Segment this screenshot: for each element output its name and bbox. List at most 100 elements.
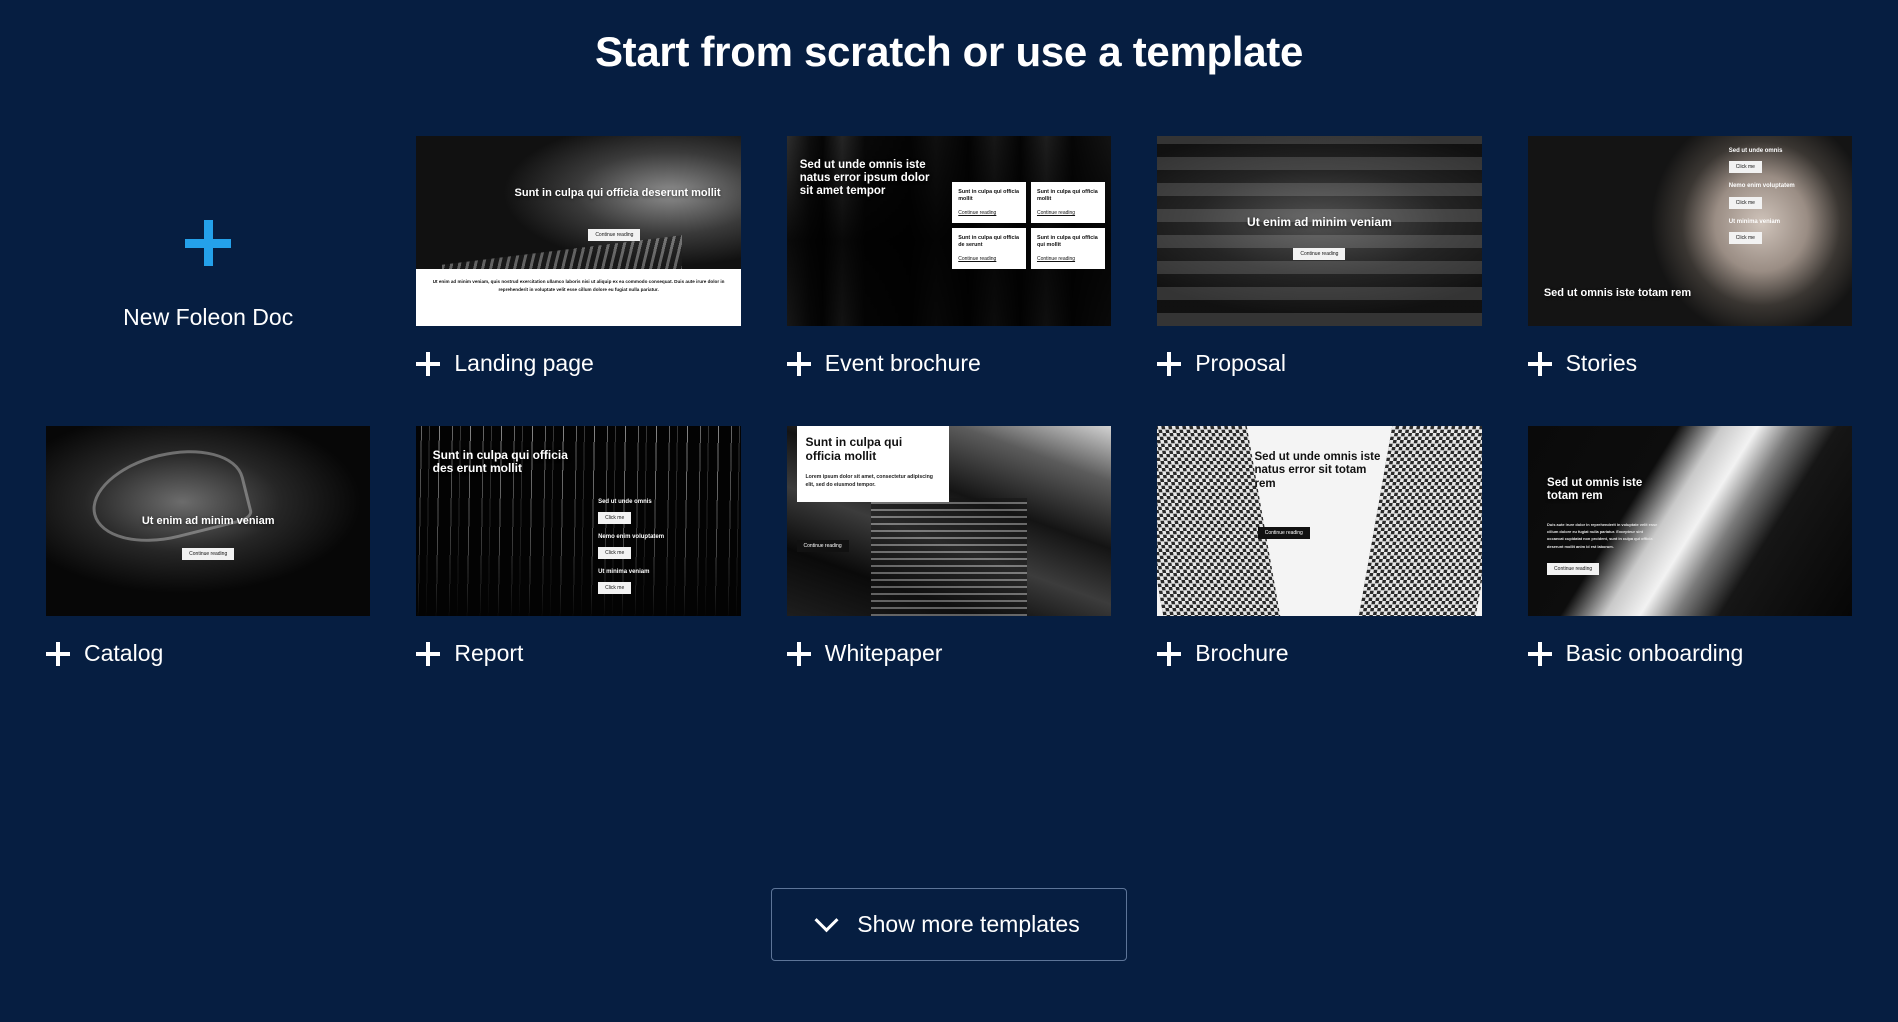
thumbnail-card-title: Sunt in culpa qui officia mollit [1036,188,1098,203]
thumbnail-cta: Continue reading [1157,242,1481,261]
thumbnail-cta: Continue reading [588,223,641,242]
template-footer-brochure[interactable]: Brochure [1157,616,1481,667]
thumbnail-heading: Ut enim ad minim veniam [1247,214,1392,229]
template-label: Basic onboarding [1565,640,1744,666]
click-me-button: Click me [1728,196,1762,209]
thumbnail-body-text: Ut enim ad minim veniam, quis nostrud ex… [432,279,725,292]
click-me-button: Click me [598,512,632,525]
continue-reading-link: Continue reading [1036,209,1076,216]
thumbnail-heading: Sed ut omnis iste totam rem [1547,477,1643,503]
thumbnail-cta: Continue reading [1547,557,1600,576]
thumbnail-card-title: Sunt in culpa qui officia mollit [958,188,1020,203]
template-grid: New Foleon Doc Sunt in culpa qui officia… [46,76,1852,704]
template-label: Brochure [1195,640,1289,666]
plus-icon [1527,641,1552,666]
continue-reading-button: Continue reading [588,229,641,242]
show-more-templates-button[interactable]: Show more templates [771,888,1127,961]
template-card-brochure[interactable]: Sed ut unde omnis iste natus error sit t… [1157,426,1482,704]
thumbnail-sidebar-item: Sed ut unde omnis Click me [1728,147,1843,174]
thumbnail-sidebar-title: Sed ut unde omnis [1728,148,1783,155]
thumbnail-body-text: Duis aute irure dolor in reprehenderit i… [1547,522,1658,549]
thumbnail-heading: Sunt in culpa qui officia mollit [805,435,903,463]
click-me-button: Click me [598,547,632,560]
plus-icon [416,351,441,376]
template-card-basic-onboarding[interactable]: Sed ut omnis iste totam rem Duis aute ir… [1527,426,1852,704]
thumbnail-sidebar-title: Ut minima veniam [1728,218,1781,225]
template-label: Landing page [454,350,594,376]
template-label: Proposal [1195,350,1286,376]
template-footer-report[interactable]: Report [416,616,740,667]
thumbnail-sidebar: Sed ut unde omnis Click me Nemo enim vol… [1728,147,1843,244]
continue-reading-button: Continue reading [796,540,849,553]
template-thumbnail: Ut enim ad minim veniam Continue reading [46,426,371,616]
thumbnail-card: Sunt in culpa qui officia mollit Continu… [952,181,1026,223]
continue-reading-button: Continue reading [1257,527,1310,539]
continue-reading-link: Continue reading [1036,255,1076,262]
chevron-down-icon [814,908,839,933]
template-footer-catalog[interactable]: Catalog [46,616,370,667]
template-footer-whitepaper[interactable]: Whitepaper [786,616,1111,667]
click-me-button: Click me [1728,231,1762,244]
thumbnail-card: Sunt in culpa qui officia mollit Continu… [1030,181,1105,223]
thumbnail-card: Sunt in culpa qui officia mollit Lorem i… [796,426,949,503]
thumbnail-body-text: Lorem ipsum dolor sit amet, consectetur … [805,473,933,489]
template-label: Report [454,640,524,666]
template-footer-stories[interactable]: Stories [1527,326,1852,377]
thumbnail-heading: Sunt in culpa qui officia des erunt moll… [432,447,568,476]
thumbnail-card-list: Sunt in culpa qui officia mollit Continu… [952,181,1105,269]
template-card-stories[interactable]: Sed ut omnis iste totam rem Sed ut unde … [1527,136,1852,414]
continue-reading-button: Continue reading [1293,248,1346,261]
thumbnail-sidebar: Sed ut unde omnis Click me Nemo enim vol… [598,498,721,595]
template-card-event-brochure[interactable]: Sed ut unde omnis iste natus error ipsum… [786,136,1112,414]
template-card-report[interactable]: Sunt in culpa qui officia des erunt moll… [416,426,741,704]
thumbnail-card-title: Sunt in culpa qui officia qui mollit [1036,234,1098,249]
template-thumbnail: Sed ut omnis iste totam rem Duis aute ir… [1527,426,1852,616]
thumbnail-photo-seats [1157,136,1482,326]
thumbnail-card-title: Sunt in culpa qui officia de serunt [958,234,1020,249]
thumbnail-cta: Continue reading [796,534,849,553]
template-thumbnail: Sed ut unde omnis iste natus error sit t… [1157,426,1482,616]
show-more-templates-label: Show more templates [857,911,1080,937]
show-more-templates-wrap: Show more templates [0,888,1898,961]
new-foleon-doc-card[interactable]: New Foleon Doc [46,136,370,414]
thumbnail-sidebar-item: Nemo enim voluptatem Click me [598,533,721,560]
continue-reading-button: Continue reading [1547,563,1600,576]
thumbnail-card: Sunt in culpa qui officia de serunt Cont… [952,227,1026,269]
plus-icon [46,641,70,666]
thumbnail-card: Sunt in culpa qui officia qui mollit Con… [1030,227,1105,269]
plus-icon [1157,351,1182,376]
template-card-catalog[interactable]: Ut enim ad minim veniam Continue reading… [46,426,371,704]
plus-icon [786,351,811,376]
template-thumbnail: Sed ut unde omnis iste natus error ipsum… [786,136,1112,326]
template-footer-proposal[interactable]: Proposal [1157,326,1481,377]
template-label: Stories [1565,350,1638,376]
plus-icon [786,641,811,666]
continue-reading-link: Continue reading [958,209,997,216]
click-me-button: Click me [1728,161,1762,174]
continue-reading-button: Continue reading [182,547,235,560]
template-label: Catalog [84,640,164,666]
thumbnail-cta: Continue reading [1257,521,1310,539]
thumbnail-heading: Sed ut omnis iste totam rem [1543,287,1692,300]
template-card-proposal[interactable]: Ut enim ad minim veniam Continue reading… [1157,136,1482,414]
thumbnail-sidebar-item: Ut minima veniam Click me [598,568,721,595]
thumbnail-heading: Ut enim ad minim veniam [141,515,275,528]
template-picker-page: Start from scratch or use a template New… [0,0,1898,1022]
thumbnail-sidebar-item: Ut minima veniam Click me [1728,218,1843,244]
template-label: Event brochure [824,350,981,376]
template-footer-basic-onboarding[interactable]: Basic onboarding [1527,616,1852,667]
thumbnail-sidebar-title: Sed ut unde omnis [598,499,652,506]
plus-icon [1527,351,1552,376]
thumbnail-heading: Sed ut unde omnis iste natus error sit t… [1254,450,1381,491]
template-card-landing-page[interactable]: Sunt in culpa qui officia deserunt molli… [416,136,741,414]
plus-icon [1157,641,1182,666]
template-thumbnail: Sunt in culpa qui officia des erunt moll… [416,426,741,616]
thumbnail-heading: Sunt in culpa qui officia deserunt molli… [514,187,721,200]
click-me-button: Click me [598,582,632,595]
template-label: Whitepaper [824,640,943,666]
thumbnail-sidebar-title: Ut minima veniam [598,569,650,576]
template-card-whitepaper[interactable]: Sunt in culpa qui officia mollit Lorem i… [786,426,1112,704]
template-footer-event-brochure[interactable]: Event brochure [786,326,1111,377]
template-thumbnail: Sunt in culpa qui officia deserunt molli… [416,136,741,326]
template-footer-landing-page[interactable]: Landing page [416,326,740,377]
